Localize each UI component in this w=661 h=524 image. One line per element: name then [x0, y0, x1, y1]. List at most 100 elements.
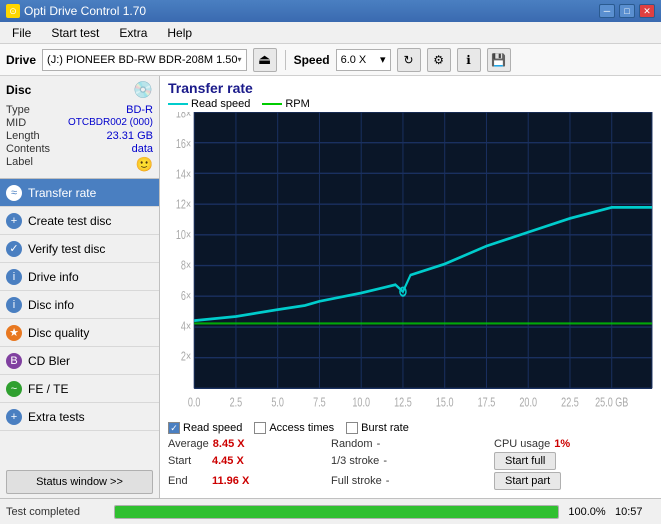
speed-value: 6.0 X [341, 54, 367, 66]
nav-label-transfer-rate: Transfer rate [28, 186, 96, 200]
nav-disc-quality[interactable]: ★ Disc quality [0, 319, 159, 347]
settings-button[interactable]: ⚙ [427, 48, 451, 72]
drive-label: Drive [6, 53, 36, 67]
nav-drive-info[interactable]: i Drive info [0, 263, 159, 291]
disc-mid-label: MID [6, 117, 26, 129]
drive-value: (J:) PIONEER BD-RW BDR-208M 1.50 [47, 54, 238, 66]
menu-start-test[interactable]: Start test [43, 24, 107, 42]
start-full-button[interactable]: Start full [494, 452, 556, 470]
legend-color-rpm [262, 103, 282, 105]
cpu-value: 1% [554, 438, 594, 450]
toolbar: Drive (J:) PIONEER BD-RW BDR-208M 1.50 ▾… [0, 44, 661, 76]
nav-disc-info[interactable]: i Disc info [0, 291, 159, 319]
disc-length-label: Length [6, 130, 40, 142]
nav-extra-tests[interactable]: + Extra tests [0, 403, 159, 431]
stat-start: Start 4.45 X [168, 452, 327, 470]
app-title: Opti Drive Control 1.70 [24, 4, 146, 18]
svg-text:7.5: 7.5 [313, 396, 326, 410]
svg-text:12.5: 12.5 [394, 396, 412, 410]
legend-label-read-speed: Read speed [191, 98, 250, 110]
disc-type-value: BD-R [126, 104, 153, 116]
legend-rpm: RPM [262, 98, 309, 110]
nav-icon-cd-bler: B [6, 353, 22, 369]
svg-text:2×: 2× [181, 350, 191, 364]
menu-bar: File Start test Extra Help [0, 22, 661, 44]
svg-text:10.0: 10.0 [352, 396, 370, 410]
status-percent: 100.0% [567, 506, 607, 518]
read-speed-checkbox[interactable]: ✓ [168, 422, 180, 434]
svg-text:14×: 14× [176, 168, 191, 182]
svg-text:25.0 GB: 25.0 GB [595, 396, 628, 410]
disc-length-row: Length 23.31 GB [6, 130, 153, 142]
menu-file[interactable]: File [4, 24, 39, 42]
info-button[interactable]: ℹ [457, 48, 481, 72]
start-part-button[interactable]: Start part [494, 472, 561, 490]
access-times-label: Access times [269, 422, 334, 434]
nav-create-test-disc[interactable]: + Create test disc [0, 207, 159, 235]
disc-contents-row: Contents data [6, 143, 153, 155]
eject-button[interactable]: ⏏ [253, 48, 277, 72]
read-speed-label: Read speed [183, 422, 242, 434]
save-button[interactable]: 💾 [487, 48, 511, 72]
nav-verify-test-disc[interactable]: ✓ Verify test disc [0, 235, 159, 263]
svg-text:10×: 10× [176, 229, 191, 243]
refresh-button[interactable]: ↻ [397, 48, 421, 72]
disc-panel: Disc 💿 Type BD-R MID OTCBDR002 (000) Len… [0, 76, 159, 179]
check-read-speed[interactable]: ✓ Read speed [168, 422, 242, 434]
drive-selector[interactable]: (J:) PIONEER BD-RW BDR-208M 1.50 ▾ [42, 49, 247, 71]
nav-transfer-rate[interactable]: ≈ Transfer rate [0, 179, 159, 207]
disc-length-value: 23.31 GB [107, 130, 153, 142]
stroke-value: - [383, 455, 387, 467]
main-layout: Disc 💿 Type BD-R MID OTCBDR002 (000) Len… [0, 76, 661, 498]
chart-svg-container: 18× 16× 14× 12× 10× 8× 6× 4× 2× 0.0 2.5 … [164, 112, 657, 416]
nav-fe-te[interactable]: ~ FE / TE [0, 375, 159, 403]
transfer-rate-chart: 18× 16× 14× 12× 10× 8× 6× 4× 2× 0.0 2.5 … [164, 112, 657, 416]
menu-extra[interactable]: Extra [111, 24, 155, 42]
toolbar-separator [285, 50, 286, 70]
svg-text:15.0: 15.0 [436, 396, 454, 410]
average-value: 8.45 X [213, 438, 253, 450]
app-icon: ⊙ [6, 4, 20, 18]
burst-rate-checkbox[interactable] [346, 422, 358, 434]
speed-selector[interactable]: 6.0 X ▾ [336, 49, 391, 71]
sidebar: Disc 💿 Type BD-R MID OTCBDR002 (000) Len… [0, 76, 160, 498]
nav-label-drive-info: Drive info [28, 270, 79, 284]
nav-label-disc-info: Disc info [28, 298, 74, 312]
legend-label-rpm: RPM [285, 98, 309, 110]
svg-text:22.5: 22.5 [561, 396, 579, 410]
svg-text:8×: 8× [181, 259, 191, 273]
access-times-checkbox[interactable] [254, 422, 266, 434]
average-label: Average [168, 438, 209, 450]
title-bar: ⊙ Opti Drive Control 1.70 ─ □ ✕ [0, 0, 661, 22]
disc-mid-value: OTCBDR002 (000) [68, 117, 153, 129]
end-value: 11.96 X [212, 475, 252, 487]
menu-help[interactable]: Help [159, 24, 200, 42]
start-label: Start [168, 455, 208, 467]
check-access-times[interactable]: Access times [254, 422, 334, 434]
title-controls[interactable]: ─ □ ✕ [599, 4, 655, 18]
maximize-button[interactable]: □ [619, 4, 635, 18]
progress-container [114, 505, 559, 519]
stat-start-full[interactable]: Start full [494, 452, 653, 470]
close-button[interactable]: ✕ [639, 4, 655, 18]
disc-icon: 💿 [133, 80, 153, 100]
status-window-button[interactable]: Status window >> [6, 470, 153, 494]
disc-label-label: Label [6, 156, 33, 173]
start-value: 4.45 X [212, 455, 252, 467]
svg-text:0.0: 0.0 [188, 396, 201, 410]
disc-contents-value: data [132, 143, 153, 155]
svg-text:20.0: 20.0 [519, 396, 537, 410]
svg-text:12×: 12× [176, 198, 191, 212]
progress-bar [115, 506, 558, 518]
full-stroke-value: - [386, 475, 390, 487]
nav-cd-bler[interactable]: B CD Bler [0, 347, 159, 375]
check-burst-rate[interactable]: Burst rate [346, 422, 409, 434]
legend-color-read-speed [168, 103, 188, 105]
chart-area: Transfer rate Read speed RPM [160, 76, 661, 498]
stat-start-part[interactable]: Start part [494, 472, 653, 490]
nav-icon-verify-test: ✓ [6, 241, 22, 257]
drive-dropdown-arrow: ▾ [238, 55, 242, 64]
nav-label-disc-quality: Disc quality [28, 326, 89, 340]
chart-legend: Read speed RPM [164, 98, 657, 110]
minimize-button[interactable]: ─ [599, 4, 615, 18]
